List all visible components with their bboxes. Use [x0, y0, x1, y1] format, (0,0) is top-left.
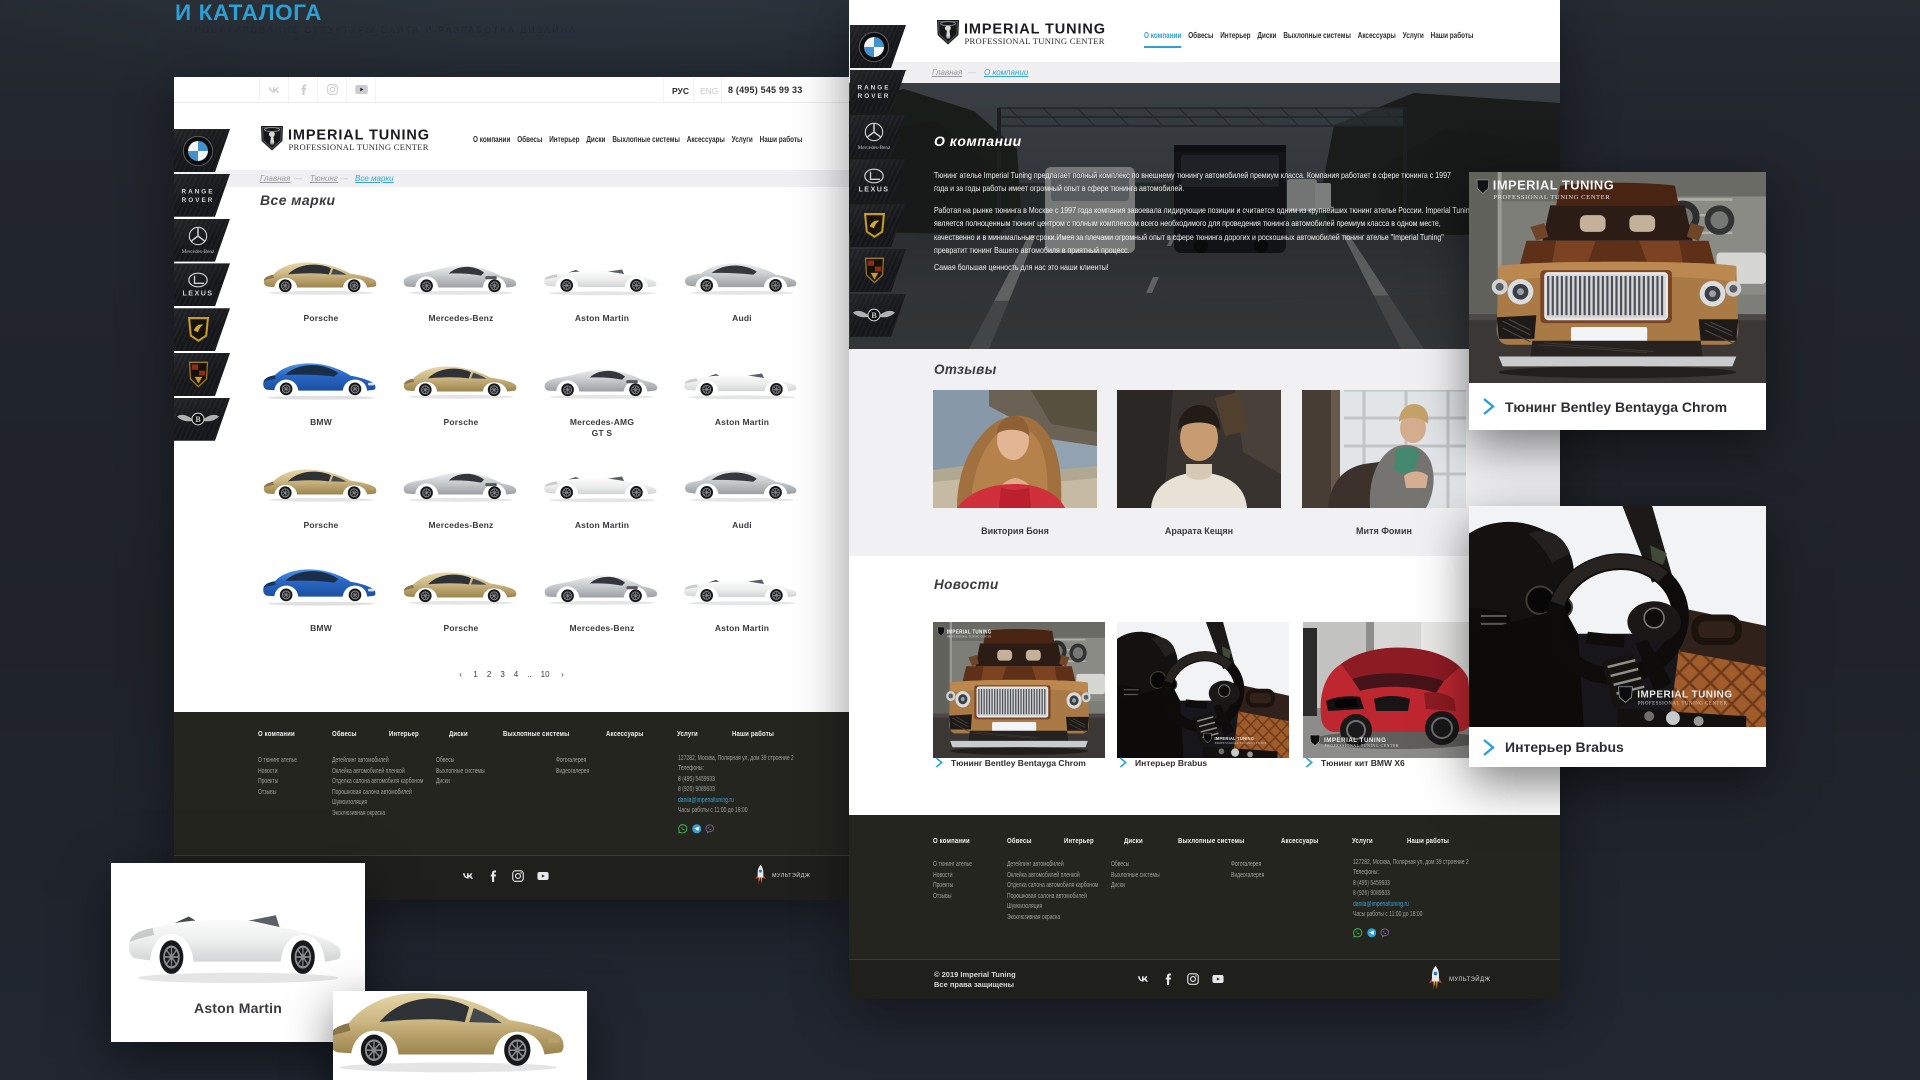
svg-text:IMPERIAL TUNING: IMPERIAL TUNING [1493, 178, 1614, 193]
svg-text:PROFESSIONAL TUNING CENTER: PROFESSIONAL TUNING CENTER [1325, 744, 1399, 748]
svg-text:B: B [871, 311, 877, 320]
svg-text:IMPERIAL TUNING: IMPERIAL TUNING [947, 629, 992, 635]
svg-text:IMPERIAL TUNING: IMPERIAL TUNING [1324, 737, 1386, 744]
svg-text:LEXUS: LEXUS [183, 288, 214, 297]
svg-text:RANGE: RANGE [857, 85, 890, 92]
svg-text:PROFESSIONAL TUNING CENTER: PROFESSIONAL TUNING CENTER [1493, 194, 1610, 201]
svg-text:PROFESSIONAL TUNING CENTER: PROFESSIONAL TUNING CENTER [947, 636, 992, 639]
svg-text:Mercedes-Benz: Mercedes-Benz [858, 145, 891, 151]
svg-text:PROFESSIONAL TUNING CENTER: PROFESSIONAL TUNING CENTER [1215, 741, 1267, 745]
svg-text:IMPERIAL TUNING: IMPERIAL TUNING [1637, 690, 1732, 701]
svg-text:ROVER: ROVER [858, 93, 891, 100]
svg-text:IMPERIAL TUNING: IMPERIAL TUNING [1214, 736, 1254, 741]
svg-text:PROFESSIONAL TUNING CENTER: PROFESSIONAL TUNING CENTER [289, 142, 429, 152]
svg-text:LEXUS: LEXUS [859, 184, 890, 193]
svg-text:ROVER: ROVER [182, 197, 215, 204]
svg-text:RANGE: RANGE [181, 189, 214, 196]
svg-text:Mercedes-Benz: Mercedes-Benz [182, 249, 215, 255]
svg-text:B: B [195, 415, 201, 424]
svg-text:PROFESSIONAL TUNING CENTER: PROFESSIONAL TUNING CENTER [1638, 701, 1728, 706]
svg-text:PROFESSIONAL TUNING CENTER: PROFESSIONAL TUNING CENTER [965, 36, 1105, 46]
